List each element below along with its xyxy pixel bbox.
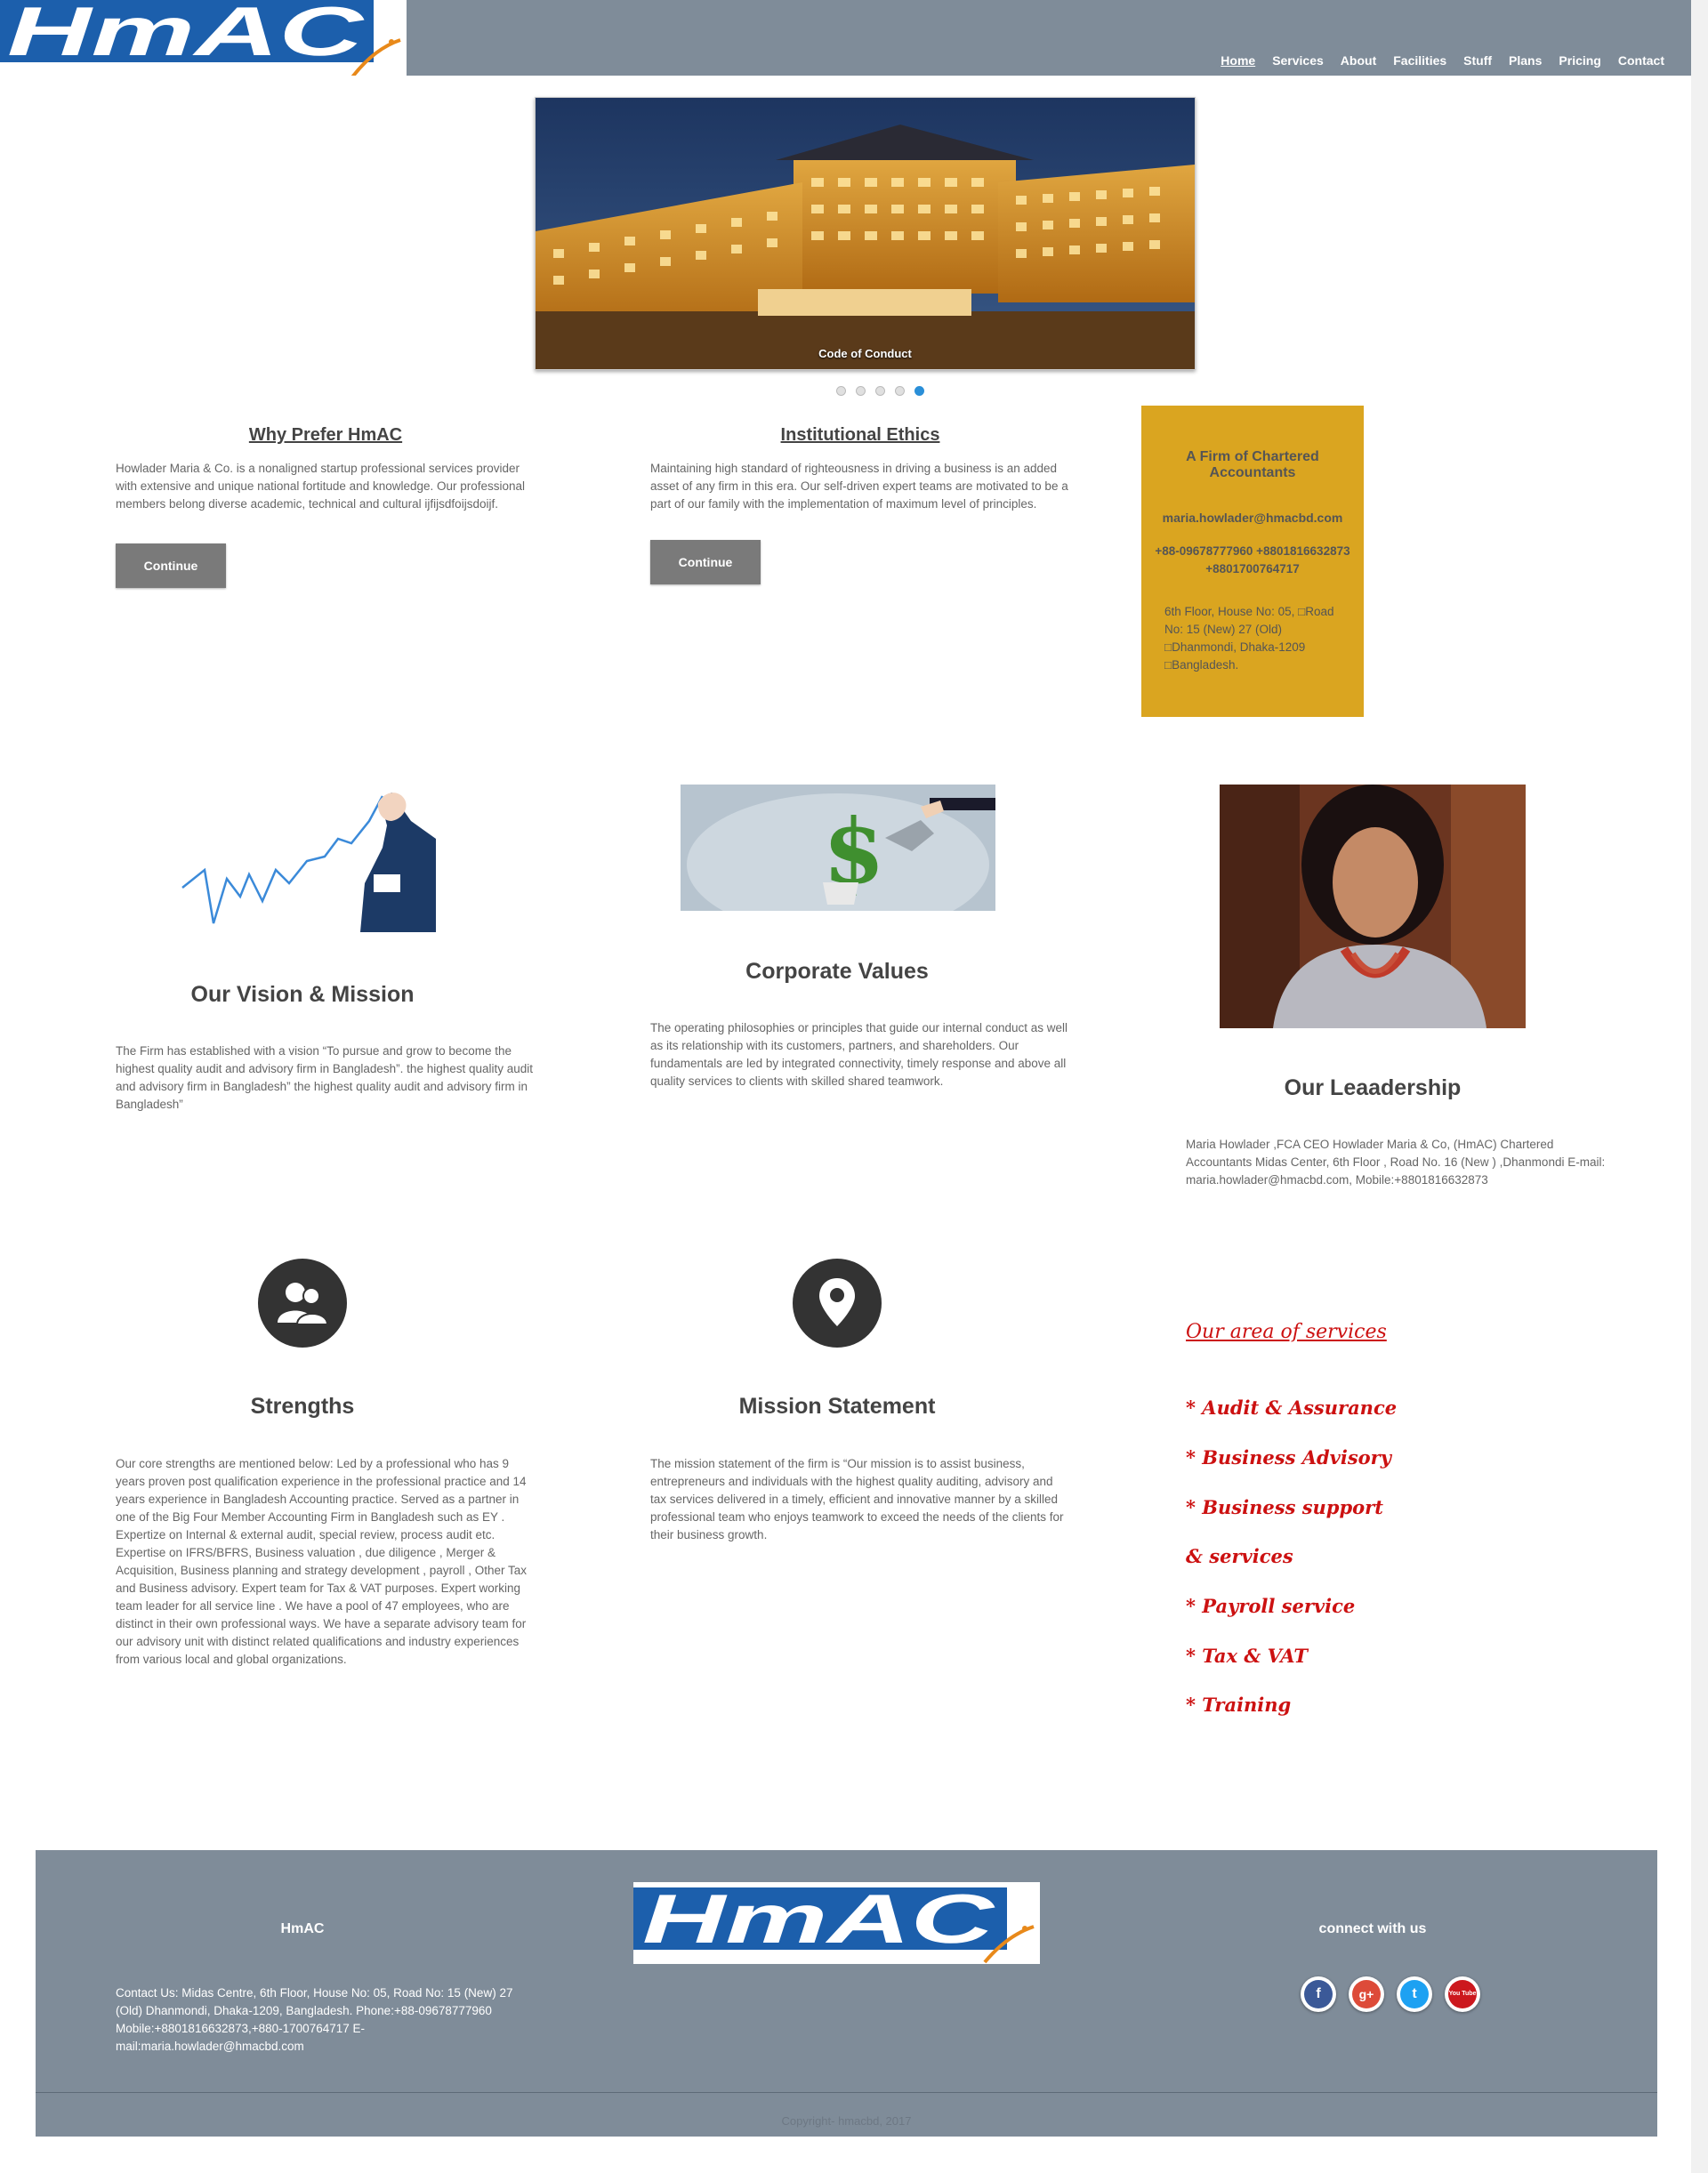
footer-logo[interactable]: HmAC xyxy=(633,1879,1040,1964)
contact-box-phone1: +88-09678777960 +8801816632873 xyxy=(1155,544,1350,558)
service-item: & services xyxy=(1186,1545,1293,1567)
slide-caption: Code of Conduct xyxy=(818,347,912,360)
vision-title: Our Vision & Mission xyxy=(190,982,415,1007)
slider-dot[interactable] xyxy=(875,386,885,396)
contact-box-phones: +88-09678777960 +8801816632873 +88017007… xyxy=(1141,543,1364,578)
nav-plans[interactable]: Plans xyxy=(1509,53,1542,68)
service-item: * Business Advisory xyxy=(1186,1446,1391,1469)
page-scrollbar[interactable] xyxy=(1691,0,1708,2173)
slider-dot[interactable] xyxy=(836,386,846,396)
hotel-photo xyxy=(536,98,1195,369)
ethics-body: Maintaining high standard of righteousne… xyxy=(650,462,1068,511)
mission-circle xyxy=(793,1259,882,1348)
values-title: Corporate Values xyxy=(745,959,929,984)
logo-graphic: HmAC xyxy=(0,0,401,80)
people-icon xyxy=(278,1283,329,1325)
slider-dot[interactable] xyxy=(856,386,866,396)
social-links: f g+ t You Tube xyxy=(1301,1976,1480,2012)
slider-pagination xyxy=(836,386,924,396)
nav-stuff[interactable]: Stuff xyxy=(1463,53,1492,68)
slider-dot[interactable] xyxy=(895,386,905,396)
google-plus-icon[interactable]: g+ xyxy=(1349,1976,1384,2012)
footer-connect-title: connect with us xyxy=(1318,1921,1427,1936)
nav-facilities[interactable]: Facilities xyxy=(1393,53,1446,68)
growth-chart-image xyxy=(178,785,436,932)
nav-about[interactable]: About xyxy=(1341,53,1376,68)
footer-logo-text: HmAC xyxy=(642,1882,996,1958)
mission-title: Mission Statement xyxy=(738,1394,936,1419)
service-item: * Payroll service xyxy=(1186,1595,1356,1617)
ethics-title: Institutional Ethics xyxy=(780,425,940,445)
contact-box-title: A Firm of Chartered Accountants xyxy=(1186,449,1319,480)
youtube-icon[interactable]: You Tube xyxy=(1445,1976,1480,2012)
services-title[interactable]: Our area of services xyxy=(1186,1321,1542,1343)
leadership-title: Our Leaadership xyxy=(1284,1075,1462,1100)
copyright: Copyright- hmacbd, 2017 xyxy=(781,2114,912,2128)
image-slider[interactable]: Code of Conduct xyxy=(535,97,1196,370)
service-item: * Business support xyxy=(1186,1496,1383,1518)
main-nav: Home Services About Facilities Stuff Pla… xyxy=(1221,53,1664,68)
slider-dot-active[interactable] xyxy=(914,386,924,396)
mission-body: The mission statement of the firm is “Ou… xyxy=(650,1457,1064,1541)
contact-box-email: maria.howlader@hmacbd.com xyxy=(1162,511,1343,525)
logo-text: HmAC xyxy=(7,0,366,70)
why-body: Howlader Maria & Co. is a nonaligned sta… xyxy=(116,462,526,511)
strengths-body: Our core strengths are mentioned below: … xyxy=(116,1457,528,1666)
money-plant-image: $ xyxy=(681,785,995,936)
nav-home[interactable]: Home xyxy=(1221,53,1255,68)
site-logo[interactable]: HmAC xyxy=(0,0,407,80)
leader-photo xyxy=(1220,785,1526,1028)
service-item: * Training xyxy=(1186,1694,1292,1716)
leadership-body: Maria Howlader ,FCA CEO Howlader Maria &… xyxy=(1186,1138,1606,1187)
footer-divider xyxy=(36,2092,1657,2093)
ethics-continue-button[interactable]: Continue xyxy=(650,540,761,584)
why-title: Why Prefer HmAC xyxy=(248,425,403,445)
footer-brand: HmAC xyxy=(280,1921,325,1936)
strengths-circle xyxy=(258,1259,347,1348)
nav-services[interactable]: Services xyxy=(1272,53,1324,68)
nav-contact[interactable]: Contact xyxy=(1618,53,1664,68)
map-pin-icon xyxy=(819,1278,855,1326)
service-item: * Tax & VAT xyxy=(1186,1645,1309,1667)
header-bar: Home Services About Facilities Stuff Pla… xyxy=(407,0,1691,76)
service-item: * Audit & Assurance xyxy=(1186,1396,1398,1419)
footer-logo-graphic: HmAC xyxy=(633,1879,1035,1964)
nav-pricing[interactable]: Pricing xyxy=(1559,53,1600,68)
strengths-title: Strengths xyxy=(250,1394,355,1419)
facebook-icon[interactable]: f xyxy=(1301,1976,1336,2012)
values-body: The operating philosophies or principles… xyxy=(650,1021,1068,1088)
contact-box: A Firm of Chartered Accountants maria.ho… xyxy=(1141,406,1364,717)
why-continue-button[interactable]: Continue xyxy=(116,543,226,588)
vision-body: The Firm has established with a vision “… xyxy=(116,1044,534,1111)
contact-box-address: 6th Floor, House No: 05, □Road No: 15 (N… xyxy=(1164,605,1334,672)
footer-contact: Contact Us: Midas Centre, 6th Floor, Hou… xyxy=(116,1986,513,2053)
contact-box-phone2: +8801700764717 xyxy=(1205,562,1300,575)
twitter-icon[interactable]: t xyxy=(1397,1976,1432,2012)
